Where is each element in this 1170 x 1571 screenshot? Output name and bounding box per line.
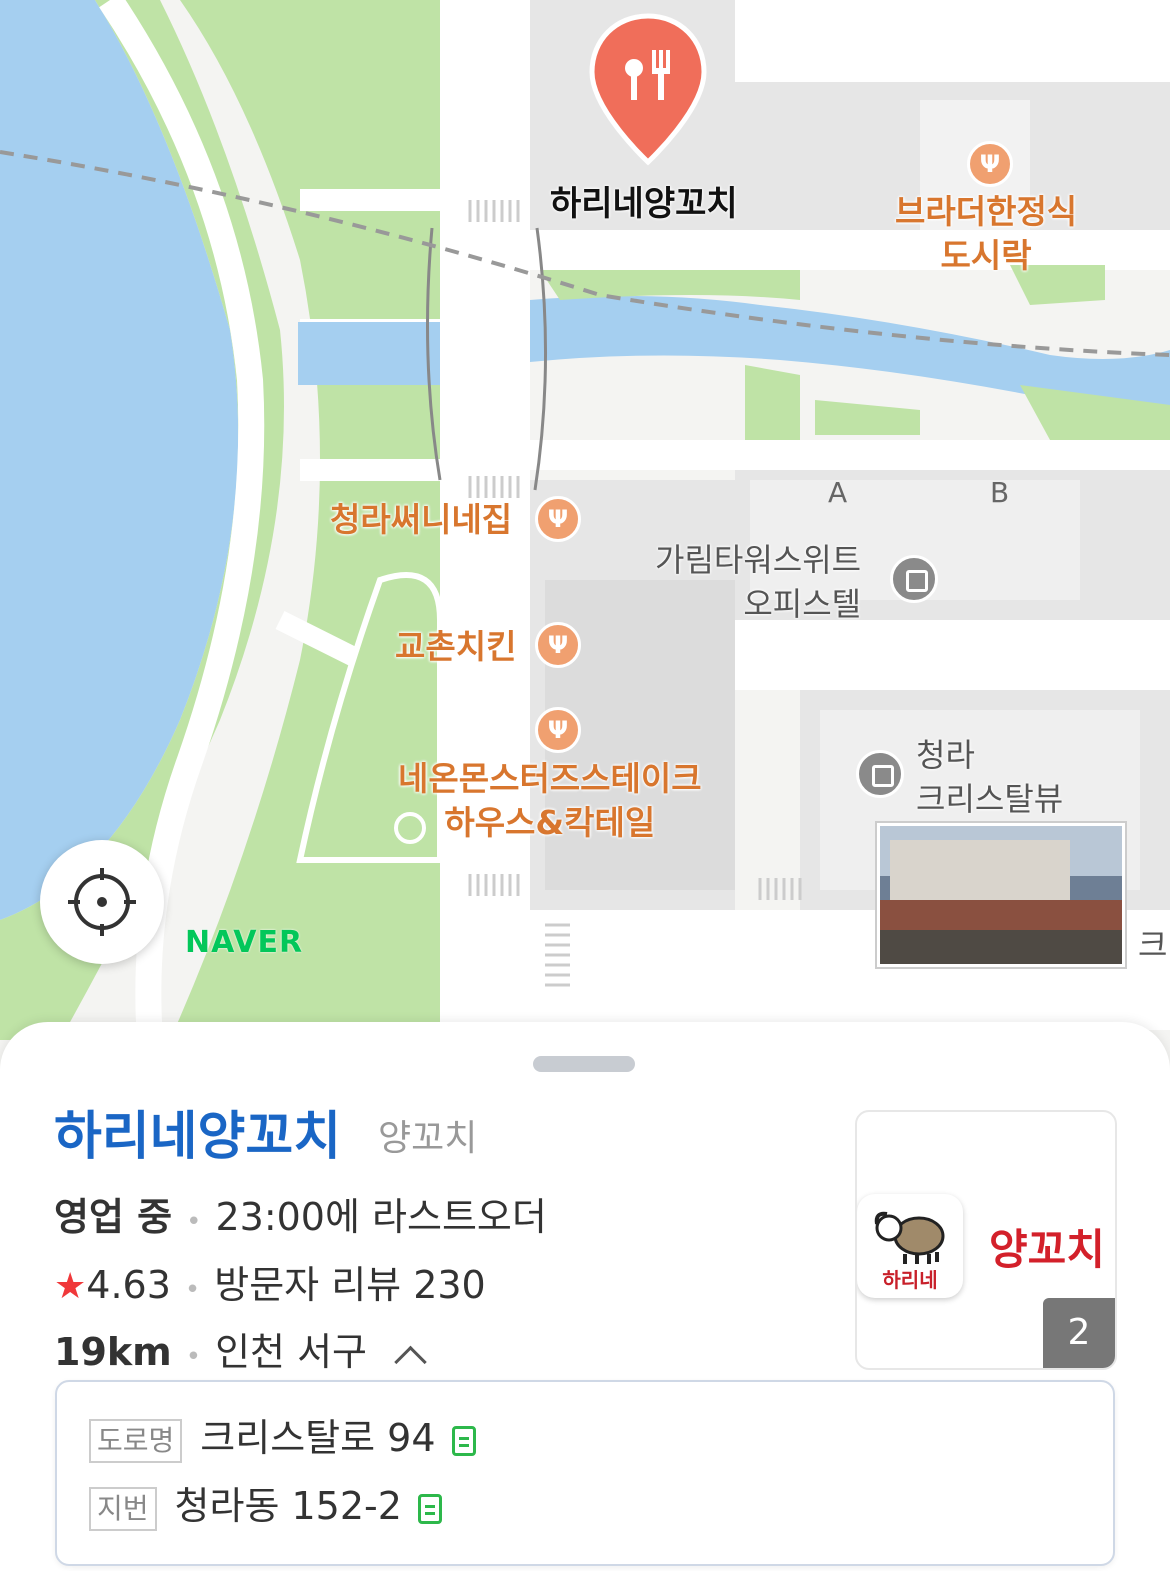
lot-address-row[interactable]: 지번 청라동 152-2 bbox=[89, 1480, 442, 1532]
logo-text: 하리네 bbox=[882, 1268, 938, 1292]
building-label[interactable]: 가림타워스위트 오피스텔 bbox=[655, 538, 861, 626]
crosshair-icon bbox=[68, 868, 136, 936]
place-photo[interactable]: 하리네 양꼬치 2 bbox=[855, 1110, 1117, 1370]
lot-address-tag: 지번 bbox=[89, 1486, 157, 1531]
distance: 19km bbox=[54, 1330, 172, 1374]
banner-text: 양꼬치 bbox=[989, 1225, 1105, 1274]
rating-row[interactable]: ★4.63 • 방문자 리뷰 230 bbox=[54, 1260, 486, 1315]
edge-label: 크 bbox=[1138, 926, 1168, 964]
building-icon[interactable] bbox=[856, 750, 904, 798]
last-order: 23:00에 라스트오더 bbox=[215, 1195, 547, 1239]
restaurant-icon[interactable]: Ψ bbox=[535, 496, 581, 542]
poi-label[interactable]: 청라써니네집 bbox=[330, 498, 512, 542]
block-label-b: B bbox=[990, 476, 1010, 509]
copy-icon[interactable] bbox=[417, 1493, 442, 1524]
open-status: 영업 중 bbox=[54, 1195, 173, 1239]
road-address: 크리스탈로 94 bbox=[200, 1416, 436, 1460]
address-panel: 도로명 크리스탈로 94 지번 청라동 152-2 bbox=[55, 1380, 1115, 1566]
place-name[interactable]: 하리네양꼬치 bbox=[54, 1104, 341, 1170]
building-label[interactable]: 청라 크리스탈뷰 bbox=[916, 733, 1063, 821]
current-location-button[interactable] bbox=[40, 840, 164, 964]
copy-icon[interactable] bbox=[451, 1425, 476, 1456]
separator-dot: • bbox=[186, 1207, 202, 1237]
poi-label[interactable]: 브라더한정식 도시락 bbox=[895, 190, 1077, 278]
restaurant-icon[interactable]: Ψ bbox=[535, 707, 581, 753]
road-address-row[interactable]: 도로명 크리스탈로 94 bbox=[89, 1412, 476, 1464]
sheep-icon bbox=[874, 1211, 945, 1264]
building-icon[interactable] bbox=[890, 555, 938, 603]
map-view[interactable]: 하리네양꼬치 Ψ 브라더한정식 도시락 Ψ 청라써니네집 Ψ 교촌치킨 Ψ 네온… bbox=[0, 0, 1170, 1040]
chevron-up-icon[interactable] bbox=[394, 1345, 427, 1379]
restaurant-icon[interactable]: Ψ bbox=[967, 141, 1013, 187]
place-info-sheet[interactable]: 하리네양꼬치 양꼬치 영업 중 • 23:00에 라스트오더 ★4.63 • 방문자 리… bbox=[0, 1022, 1170, 1571]
naver-logo: NAVER bbox=[185, 925, 304, 960]
separator-dot: • bbox=[184, 1275, 201, 1305]
restaurant-icon[interactable]: Ψ bbox=[535, 622, 581, 668]
separator-dot: • bbox=[185, 1342, 202, 1372]
rating: 4.63 bbox=[86, 1263, 171, 1307]
hours-row[interactable]: 영업 중 • 23:00에 라스트오더 bbox=[54, 1192, 547, 1247]
region: 인천 서구 bbox=[215, 1330, 368, 1374]
poi-label[interactable]: 교촌치킨 bbox=[395, 625, 516, 669]
selected-place-pin[interactable] bbox=[588, 12, 708, 172]
lot-address: 청라동 152-2 bbox=[174, 1484, 402, 1528]
place-category: 양꼬치 bbox=[378, 1118, 478, 1159]
road-address-tag: 도로명 bbox=[89, 1418, 183, 1463]
location-row[interactable]: 19km • 인천 서구 bbox=[54, 1327, 427, 1382]
star-icon: ★ bbox=[54, 1266, 87, 1307]
logo-badge: 하리네 bbox=[857, 1194, 963, 1298]
block-label-a: A bbox=[828, 476, 848, 509]
sheet-handle[interactable] bbox=[533, 1056, 635, 1072]
photo-count[interactable]: 2 bbox=[1043, 1298, 1115, 1368]
selected-place-label: 하리네양꼬치 bbox=[550, 184, 738, 224]
review-count[interactable]: 방문자 리뷰 230 bbox=[214, 1263, 486, 1307]
poi-label[interactable]: 네온몬스터즈스테이크 하우스&칵테일 bbox=[398, 757, 702, 845]
